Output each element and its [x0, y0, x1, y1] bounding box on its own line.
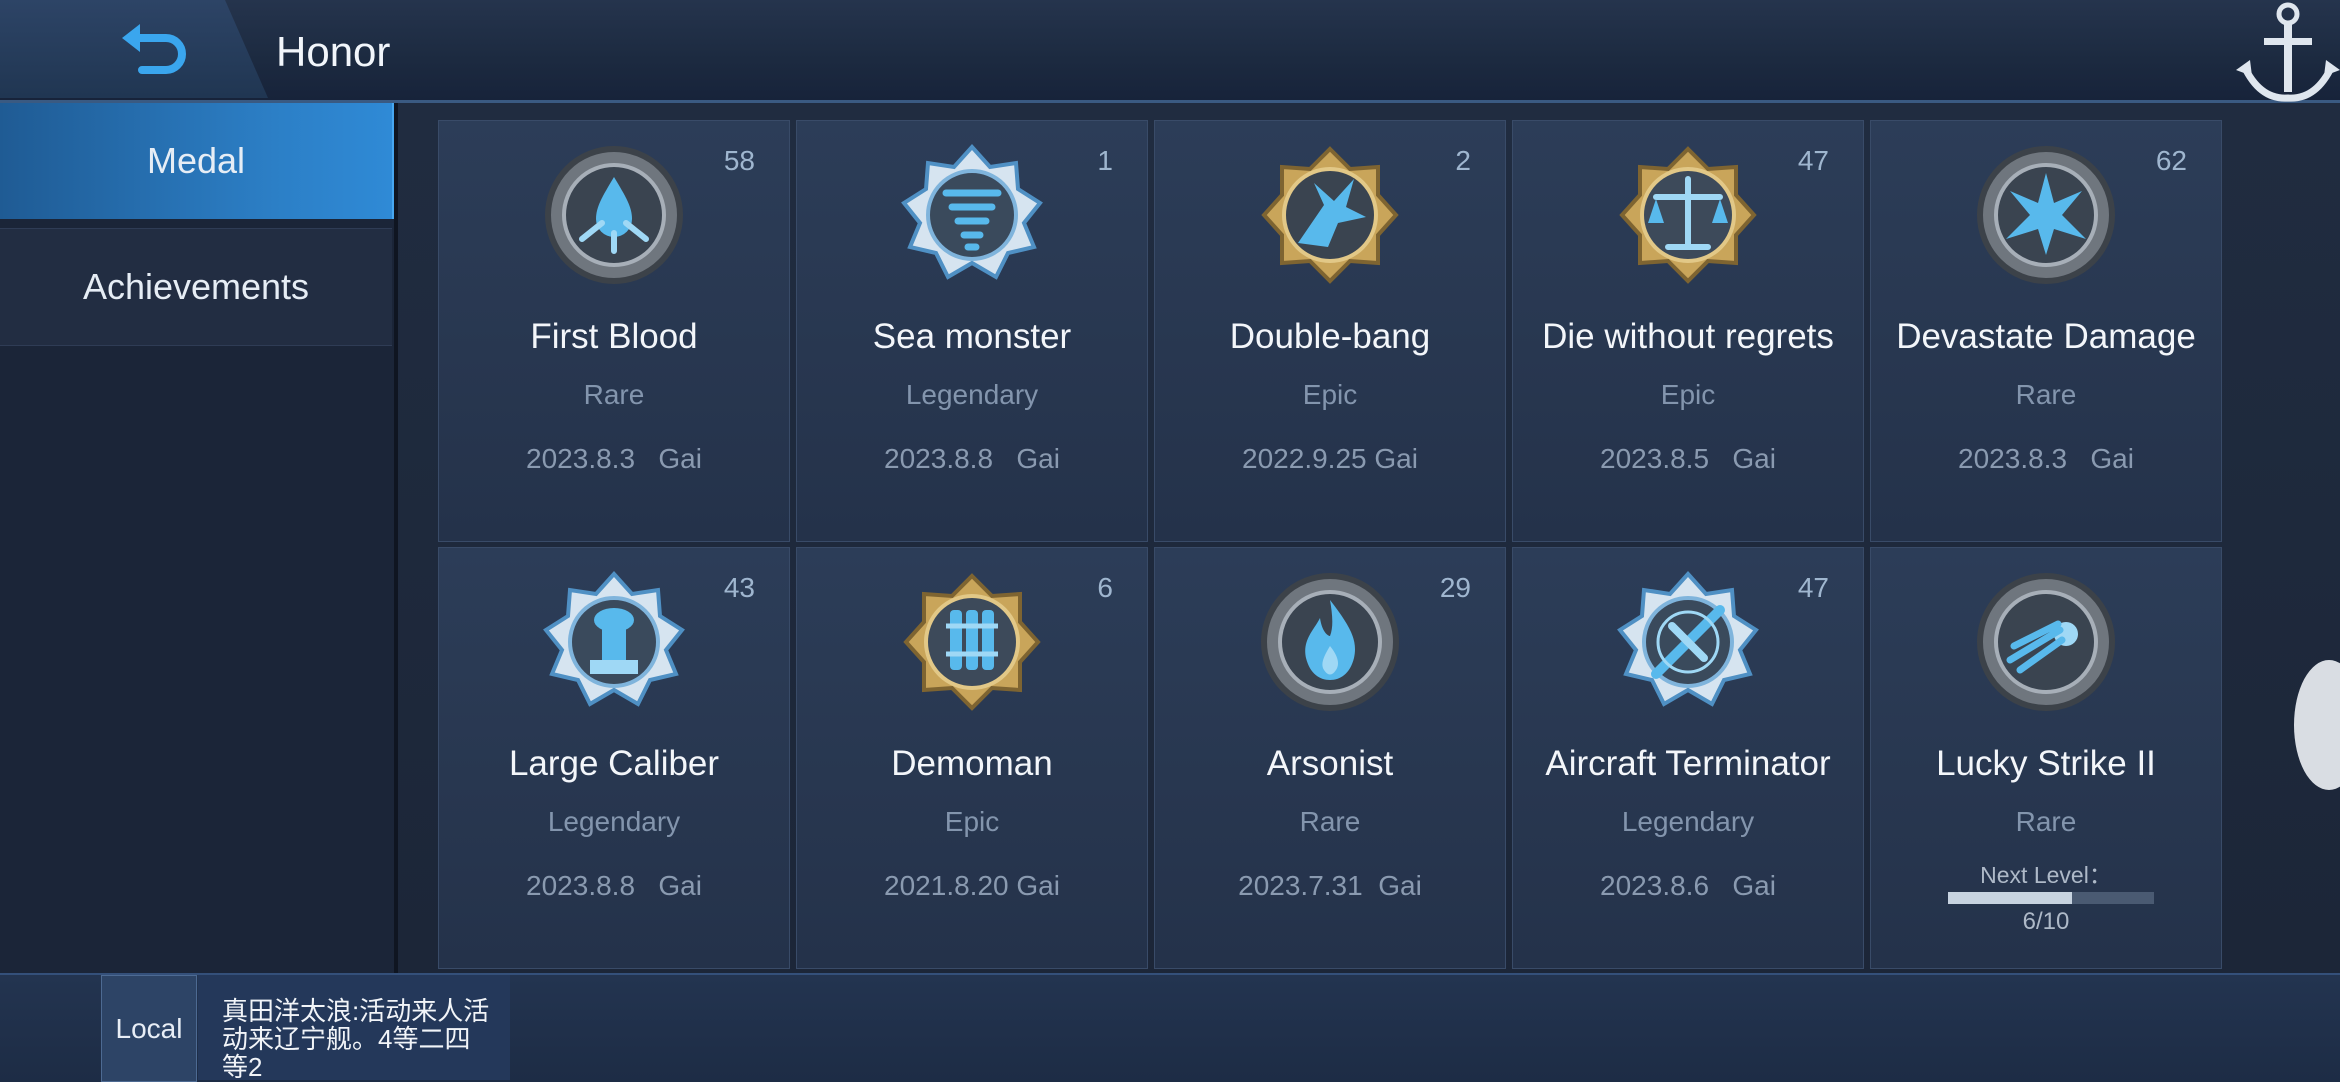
medal-count: 47 [1797, 145, 1829, 176]
sidebar-item-label: Achievements [82, 266, 310, 307]
medal-name: Large Caliber [508, 744, 720, 783]
page-title: Honor [276, 28, 391, 75]
progress-text: 6/10 [2022, 908, 2070, 935]
crossed-plane-medal-icon [1617, 571, 1759, 707]
medal-date: 2023.8.8 [526, 870, 636, 901]
chat-channel-button[interactable]: Local [101, 975, 197, 1082]
medal-date: 2021.8.20 [884, 870, 1009, 901]
medal-date-ship: 2023.8.3 Gai [439, 443, 789, 475]
medal-name: Aircraft Terminator [1545, 744, 1831, 783]
medal-date: 2023.8.8 [884, 443, 994, 474]
medal-date-ship: 2023.8.3 Gai [1871, 443, 2221, 475]
medal-ship: Gai [1732, 870, 1776, 901]
medal-date-ship: 2023.8.8 Gai [797, 443, 1147, 475]
medal-date-ship: 2023.7.31 Gai [1155, 870, 1505, 902]
medal-card-demoman[interactable]: 6 Demoman Epic 2021.8.20 Gai [796, 547, 1148, 969]
sidebar: Medal Achievements [0, 103, 395, 973]
medal-name: Arsonist [1266, 744, 1394, 783]
medal-ship: Gai [1732, 443, 1776, 474]
back-arrow-icon [122, 24, 186, 74]
medal-count: 43 [723, 572, 755, 603]
scales-medal-icon [1619, 146, 1757, 284]
medal-ship: Gai [1016, 443, 1060, 474]
tornado-medal-icon [901, 144, 1043, 280]
double-blast-medal-icon [1261, 146, 1399, 284]
medal-date-ship: 2022.9.25 Gai [1155, 443, 1505, 475]
medal-rarity: Epic [944, 806, 1000, 837]
anchor-icon[interactable] [2230, 0, 2340, 110]
medal-date: 2023.8.3 [1958, 443, 2068, 474]
cannon-medal-icon [543, 571, 685, 707]
medal-count: 2 [1455, 145, 1471, 176]
next-level-label: Next Level： [1980, 862, 2112, 888]
sidebar-item-medal[interactable]: Medal [0, 103, 395, 219]
medal-ship: Gai [658, 870, 702, 901]
medal-rarity: Epic [1302, 379, 1358, 410]
sidebar-item-achievements[interactable]: Achievements [0, 228, 392, 346]
medal-rarity: Legendary [1621, 806, 1755, 837]
medal-date: 2022.9.25 [1242, 443, 1367, 474]
medal-count: 29 [1439, 572, 1471, 603]
medal-card-arsonist[interactable]: 29 Arsonist Rare 2023.7.31 Gai [1154, 547, 1506, 969]
water-burst-medal-icon [545, 146, 683, 284]
medal-card-double-bang[interactable]: 2 Double-bang Epic 2022.9.25 Gai [1154, 120, 1506, 542]
back-button[interactable] [118, 18, 198, 78]
chat-message-text: 真田洋太浪:活动来人活动来辽宁舰。4等二四等2 [222, 996, 490, 1080]
medal-rarity: Rare [2015, 806, 2077, 837]
sidebar-item-label: Medal [146, 140, 246, 181]
medal-ship: Gai [1374, 443, 1418, 474]
medal-rarity: Rare [583, 379, 645, 410]
medal-card-sea-monster[interactable]: 1 Sea monster Legendary 2023.8.8 Gai [796, 120, 1148, 542]
chat-channel-label: Local [115, 1012, 183, 1044]
medal-rarity: Rare [1299, 806, 1361, 837]
medal-rarity: Legendary [547, 806, 681, 837]
flame-medal-icon [1261, 573, 1399, 711]
medal-name: Demoman [891, 744, 1053, 783]
medal-date-ship: 2023.8.8 Gai [439, 870, 789, 902]
medal-count: 58 [723, 145, 755, 176]
medal-card-aircraft-terminator[interactable]: 47 Aircraft Terminator Legendary 2023.8.… [1512, 547, 1864, 969]
medal-date-ship: 2021.8.20 Gai [797, 870, 1147, 902]
medal-ship: Gai [2090, 443, 2134, 474]
medal-name: Double-bang [1229, 317, 1431, 356]
chat-message-preview[interactable]: 真田洋太浪:活动来人活动来辽宁舰。4等二四等2 [198, 975, 510, 1080]
medal-ship: Gai [1016, 870, 1060, 901]
medal-grid: 58 First Blood Rare 2023.8.3 Gai 1 Sea m… [398, 103, 2340, 973]
dynamite-medal-icon [903, 573, 1041, 711]
medal-name: Die without regrets [1542, 317, 1834, 356]
medal-date: 2023.8.3 [526, 443, 636, 474]
next-level-progress-bar [1948, 892, 2154, 904]
medal-count: 47 [1797, 572, 1829, 603]
medal-name: First Blood [530, 317, 698, 356]
medal-card-die-without-regrets[interactable]: 47 Die without regrets Epic 2023.8.5 Gai [1512, 120, 1864, 542]
medal-name: Lucky Strike II [1936, 744, 2156, 783]
medal-date: 2023.8.6 [1600, 870, 1710, 901]
medal-card-large-caliber[interactable]: 43 Large Caliber Legendary 2023.8.8 Gai [438, 547, 790, 969]
medal-rarity: Epic [1660, 379, 1716, 410]
progress-fill [1948, 892, 2072, 904]
medal-rarity: Rare [2015, 379, 2077, 410]
medal-date: 2023.8.5 [1600, 443, 1710, 474]
medal-name: Sea monster [872, 317, 1072, 356]
medal-count: 6 [1097, 572, 1113, 603]
medal-date-ship: 2023.8.5 Gai [1513, 443, 1863, 475]
medal-name: Devastate Damage [1896, 317, 2196, 356]
medal-card-first-blood[interactable]: 58 First Blood Rare 2023.8.3 Gai [438, 120, 790, 542]
medal-card-lucky-strike-ii[interactable]: Lucky Strike II Rare Next Level： 6/10 [1870, 547, 2222, 969]
explosion-medal-icon [1977, 146, 2115, 284]
medal-ship: Gai [1378, 870, 1422, 901]
medal-card-devastate-damage[interactable]: 62 Devastate Damage Rare 2023.8.3 Gai [1870, 120, 2222, 542]
medal-ship: Gai [658, 443, 702, 474]
medal-rarity: Legendary [905, 379, 1039, 410]
medal-date: 2023.7.31 [1238, 870, 1363, 901]
comet-medal-icon [1977, 573, 2115, 711]
medal-date-ship: 2023.8.6 Gai [1513, 870, 1863, 902]
header-bar: Honor [0, 0, 2340, 103]
medal-count: 62 [2155, 145, 2187, 176]
medal-count: 1 [1097, 145, 1113, 176]
